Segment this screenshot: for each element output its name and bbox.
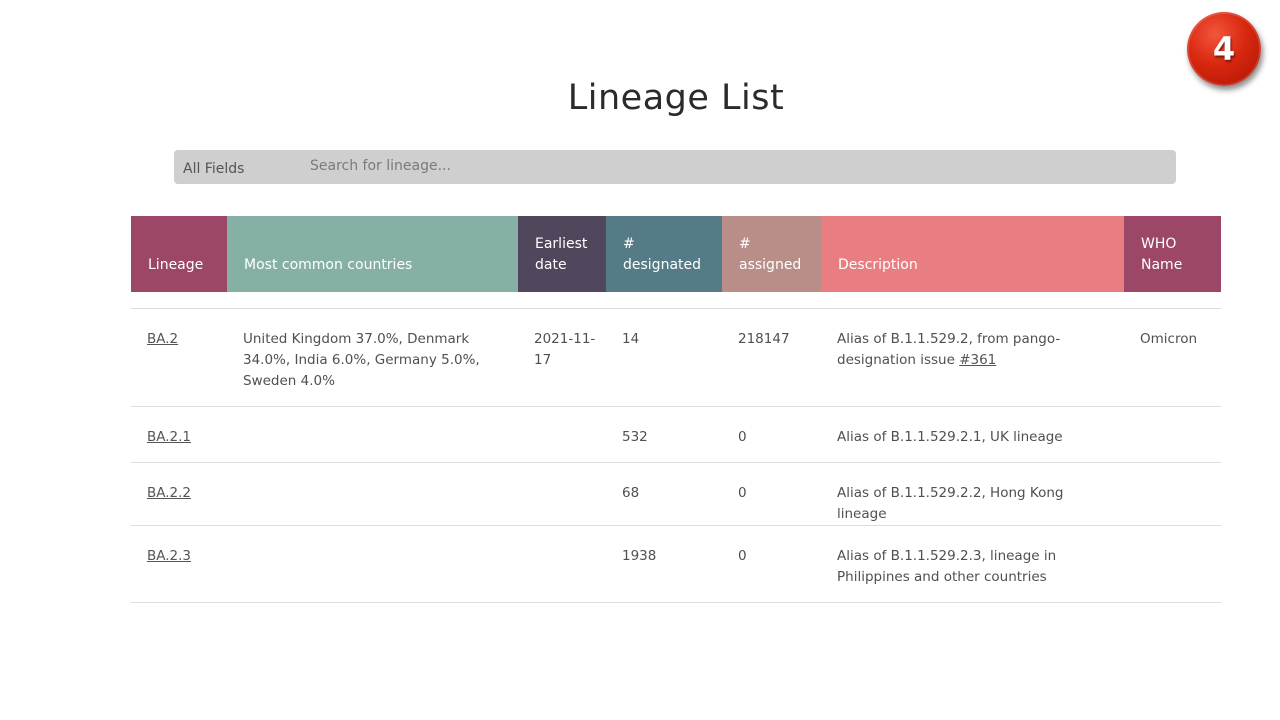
cell-designated: 68 [606, 462, 722, 526]
table-spacer-row [131, 292, 1221, 309]
cell-assigned: 218147 [722, 308, 821, 407]
cell-designated: 14 [606, 308, 722, 407]
page: 4 Lineage List All Fields Lineage Most c… [0, 0, 1280, 720]
cell-countries [227, 406, 518, 463]
cell-lineage: BA.2.1 [131, 406, 227, 463]
cell-earliest-date [518, 462, 606, 526]
cell-countries: United Kingdom 37.0%, Denmark 34.0%, Ind… [227, 308, 518, 407]
issue-link[interactable]: #361 [959, 352, 996, 368]
lineage-link[interactable]: BA.2 [147, 331, 178, 347]
cell-countries [227, 462, 518, 526]
cell-description: Alias of B.1.1.529.2.2, Hong Kong lineag… [821, 462, 1124, 526]
lineage-link[interactable]: BA.2.2 [147, 485, 191, 501]
cell-description: Alias of B.1.1.529.2.1, UK lineage [821, 406, 1124, 463]
cell-lineage: BA.2.3 [131, 525, 227, 603]
search-bar: All Fields [174, 149, 1176, 185]
table-row: BA.2.3 1938 0 Alias of B.1.1.529.2.3, li… [131, 525, 1221, 603]
header-who-name[interactable]: WHO Name [1124, 216, 1221, 292]
cell-assigned: 0 [722, 462, 821, 526]
step-number-badge: 4 [1187, 12, 1261, 86]
cell-description: Alias of B.1.1.529.2, from pango-designa… [821, 308, 1124, 407]
lineage-link[interactable]: BA.2.3 [147, 548, 191, 564]
cell-who-name [1124, 462, 1221, 526]
header-description[interactable]: Description [821, 216, 1124, 292]
table-row: BA.2.2 68 0 Alias of B.1.1.529.2.2, Hong… [131, 462, 1221, 526]
header-designated[interactable]: # designated [606, 216, 722, 292]
step-number: 4 [1212, 30, 1236, 68]
cell-earliest-date [518, 525, 606, 603]
cell-countries [227, 525, 518, 603]
cell-lineage: BA.2 [131, 308, 227, 407]
cell-who-name: Omicron [1124, 308, 1221, 407]
table-header-row: Lineage Most common countries Earliest d… [131, 216, 1221, 292]
table-row: BA.2.1 532 0 Alias of B.1.1.529.2.1, UK … [131, 406, 1221, 463]
cell-assigned: 0 [722, 525, 821, 603]
lineage-table: Lineage Most common countries Earliest d… [131, 216, 1221, 603]
cell-description: Alias of B.1.1.529.2.3, lineage in Phili… [821, 525, 1124, 603]
field-select[interactable]: All Fields [174, 161, 302, 177]
cell-who-name [1124, 525, 1221, 603]
header-most-common-countries[interactable]: Most common countries [227, 216, 518, 292]
cell-designated: 532 [606, 406, 722, 463]
cell-assigned: 0 [722, 406, 821, 463]
header-lineage[interactable]: Lineage [131, 216, 227, 292]
table-row: BA.2 United Kingdom 37.0%, Denmark 34.0%… [131, 308, 1221, 407]
cell-designated: 1938 [606, 525, 722, 603]
cell-who-name [1124, 406, 1221, 463]
header-assigned[interactable]: # assigned [722, 216, 821, 292]
lineage-link[interactable]: BA.2.1 [147, 429, 191, 445]
search-input[interactable] [302, 149, 1176, 185]
cell-earliest-date [518, 406, 606, 463]
cell-earliest-date: 2021-11-17 [518, 308, 606, 407]
cell-lineage: BA.2.2 [131, 462, 227, 526]
page-title: Lineage List [567, 78, 785, 118]
header-earliest-date[interactable]: Earliest date [518, 216, 606, 292]
